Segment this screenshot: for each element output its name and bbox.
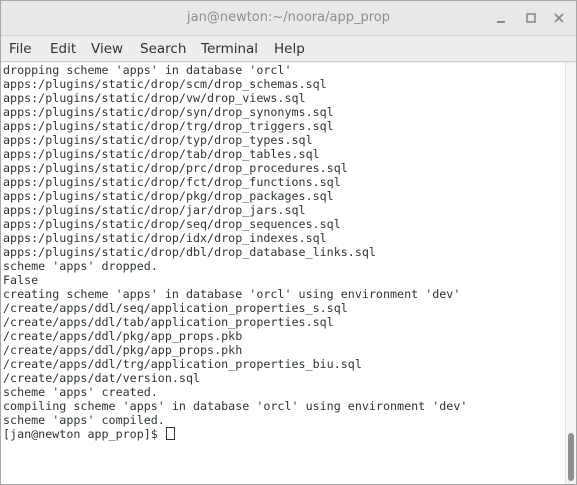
menu-edit[interactable]: Edit [50,41,76,57]
terminal-line: scheme 'apps' compiled. [3,413,165,427]
terminal-line: creating scheme 'apps' in database 'orcl… [3,287,461,301]
terminal-line: apps:/plugins/static/drop/tab/drop_table… [3,147,320,161]
terminal-line: apps:/plugins/static/drop/jar/drop_jars.… [3,203,306,217]
terminal-line: apps:/plugins/static/drop/vw/drop_views.… [3,91,306,105]
close-icon [554,13,564,23]
scrollbar-thumb[interactable] [568,433,574,481]
terminal-line: apps:/plugins/static/drop/trg/drop_trigg… [3,119,334,133]
vertical-scrollbar[interactable] [565,63,576,484]
shell-prompt: [jan@newton app_prop]$ [3,427,165,441]
window-title: jan@newton:~/noora/app_prop [187,10,390,25]
terminal-line: scheme 'apps' created. [3,385,158,399]
terminal-output[interactable]: dropping scheme 'apps' in database 'orcl… [1,63,565,484]
menu-terminal[interactable]: Terminal [201,41,258,57]
terminal-line: apps:/plugins/static/drop/scm/drop_schem… [3,77,327,91]
terminal-line: apps:/plugins/static/drop/typ/drop_types… [3,133,313,147]
title-bar[interactable]: jan@newton:~/noora/app_prop [1,1,576,36]
terminal-line: apps:/plugins/static/drop/idx/drop_index… [3,231,327,245]
menu-bar: File Edit View Search Terminal Help [1,36,576,62]
terminal-line: apps:/plugins/static/drop/fct/drop_funct… [3,175,341,189]
terminal-line: scheme 'apps' dropped. [3,259,158,273]
maximize-button[interactable] [522,9,540,27]
prompt-line[interactable]: [jan@newton app_prop]$ [3,427,175,441]
terminal-line: /create/apps/ddl/pkg/app_props.pkh [3,343,243,357]
text-cursor [165,427,175,440]
terminal-line: apps:/plugins/static/drop/pkg/drop_packa… [3,189,334,203]
maximize-icon [526,13,536,23]
terminal-line: compiling scheme 'apps' in database 'orc… [3,399,468,413]
terminal-line: apps:/plugins/static/drop/syn/drop_synon… [3,105,334,119]
terminal-line: /create/apps/ddl/tab/application_propert… [3,315,334,329]
terminal-line: dropping scheme 'apps' in database 'orcl… [3,63,292,77]
terminal-line: apps:/plugins/static/drop/dbl/drop_datab… [3,245,376,259]
terminal-line: apps:/plugins/static/drop/prc/drop_proce… [3,161,348,175]
minimize-button[interactable] [492,9,510,27]
menu-search[interactable]: Search [140,41,186,57]
close-button[interactable] [550,9,568,27]
minimize-icon [497,21,505,23]
terminal-line: apps:/plugins/static/drop/seq/drop_seque… [3,217,341,231]
terminal-line: /create/apps/dat/version.sql [3,371,201,385]
menu-help[interactable]: Help [274,41,305,57]
menu-view[interactable]: View [91,41,123,57]
menu-file[interactable]: File [9,41,32,57]
terminal-window: jan@newton:~/noora/app_prop File Edit Vi… [0,0,577,485]
terminal-line: False [3,273,39,287]
terminal-line: /create/apps/ddl/pkg/app_props.pkb [3,329,243,343]
terminal-line: /create/apps/ddl/trg/application_propert… [3,357,362,371]
terminal-line: /create/apps/ddl/seq/application_propert… [3,301,348,315]
